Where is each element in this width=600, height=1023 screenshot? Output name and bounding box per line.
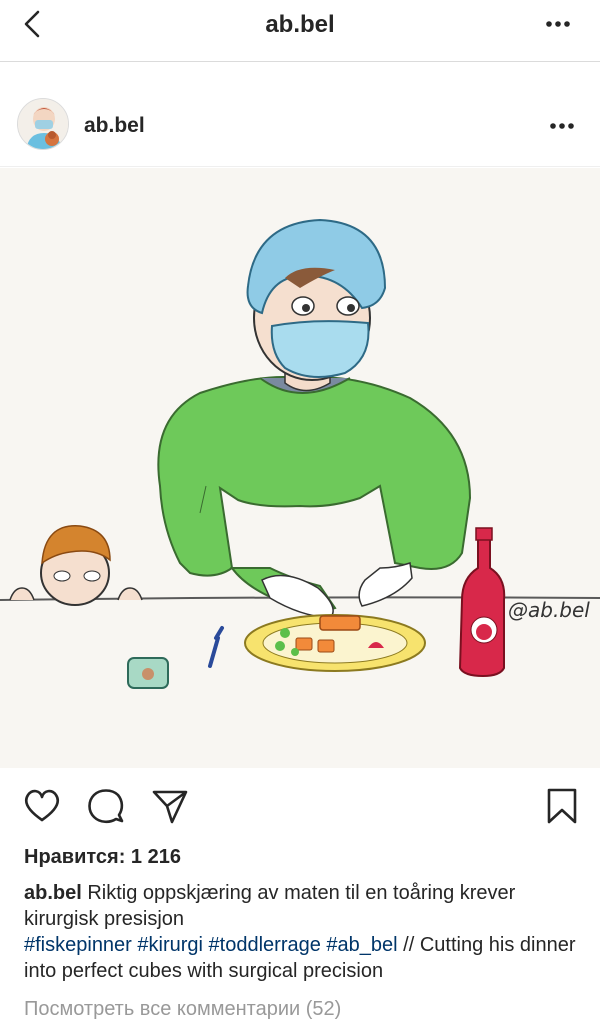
top-navigation-bar: ab.bel	[0, 0, 600, 62]
view-all-comments-link[interactable]: Посмотреть все комментарии (52)	[24, 998, 341, 1021]
more-dots-icon[interactable]	[548, 116, 576, 136]
post-header: ab.bel	[0, 63, 600, 167]
page-title: ab.bel	[265, 11, 335, 38]
hashtag-link[interactable]: #ab_bel	[326, 934, 397, 956]
post-username[interactable]: ab.bel	[84, 114, 145, 138]
heart-icon[interactable]	[22, 786, 62, 826]
hashtag-link[interactable]: #fiskepinner	[24, 934, 132, 956]
caption-username[interactable]: ab.bel	[24, 882, 82, 904]
comment-icon[interactable]	[86, 786, 126, 826]
caption-text: Riktig oppskjæring av maten til en toåri…	[24, 882, 516, 930]
post-caption: ab.bel Riktig oppskjæring av maten til e…	[24, 880, 584, 984]
post-action-bar	[0, 768, 600, 844]
share-icon[interactable]	[150, 786, 190, 826]
post-image[interactable]: @ab.bel	[0, 168, 600, 768]
avatar[interactable]	[17, 98, 69, 150]
image-watermark: @ab.bel	[508, 598, 590, 622]
bookmark-icon[interactable]	[542, 786, 582, 826]
likes-count[interactable]: Нравится: 1 216	[24, 846, 181, 869]
hashtag-link[interactable]: #toddlerrage	[209, 934, 321, 956]
hashtag-link[interactable]: #kirurgi	[137, 934, 203, 956]
more-dots-icon[interactable]	[544, 14, 572, 34]
